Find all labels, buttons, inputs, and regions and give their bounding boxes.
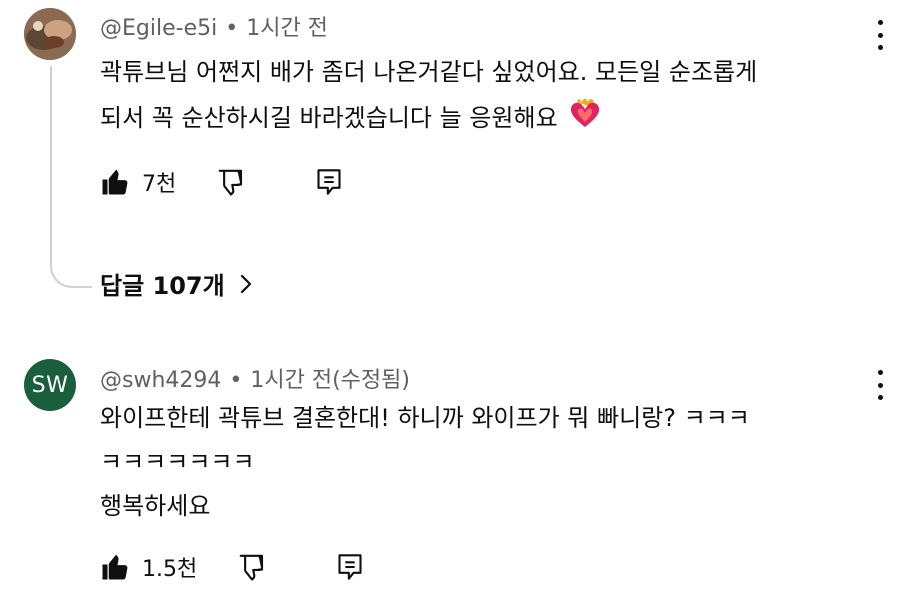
reply-button[interactable] bbox=[337, 553, 363, 581]
heart-on-fire-icon bbox=[568, 94, 602, 144]
comment-2: SW @swh4294 • 1시간 전(수정됨) 와이프한테 곽튜브 결혼한대! 하… bbox=[0, 340, 900, 603]
comment-line: ㅋㅋㅋㅋㅋㅋㅋ bbox=[100, 448, 255, 476]
chevron-right-icon bbox=[240, 274, 251, 293]
like-button[interactable]: 7천 bbox=[100, 166, 176, 198]
separator-dot: • bbox=[225, 16, 239, 41]
author-name[interactable]: @swh4294 bbox=[100, 368, 221, 393]
like-button[interactable]: 1.5천 bbox=[100, 551, 197, 583]
comment-actions: 7천 bbox=[100, 162, 342, 202]
more-options-icon[interactable] bbox=[874, 20, 886, 50]
replies-count-label: 답글 107개 bbox=[100, 272, 225, 300]
comment-1: @Egile-e5i • 1시간 전 곽튜브님 어쩐지 배가 좀더 나온거같다 싶었… bbox=[0, 0, 900, 320]
dislike-button[interactable] bbox=[216, 167, 246, 197]
thumbs-down-icon bbox=[239, 554, 264, 581]
comment-line: 행복하세요 bbox=[100, 492, 211, 520]
comment-meta: @Egile-e5i • 1시간 전 bbox=[100, 10, 328, 42]
comment-line: 되서 꼭 순산하시길 바라겠습니다 늘 응원해요 bbox=[100, 104, 558, 132]
author-name[interactable]: @Egile-e5i bbox=[100, 16, 217, 41]
comment-text: 곽튜브님 어쩐지 배가 좀더 나온거같다 싶었어요. 모든일 순조롭게 되서 꼭… bbox=[100, 50, 880, 144]
thumbs-up-icon bbox=[102, 169, 128, 195]
comment-text: 와이프한테 곽튜브 결혼한대! 하니까 와이프가 뭐 빠니랑? ㅋㅋㅋ ㅋㅋㅋㅋ… bbox=[100, 396, 880, 528]
reply-comment-icon bbox=[317, 169, 341, 195]
like-count: 1.5천 bbox=[142, 557, 198, 582]
reply-button[interactable] bbox=[316, 168, 342, 196]
comment-actions: 1.5천 bbox=[100, 547, 363, 587]
comment-line: 곽튜브님 어쩐지 배가 좀더 나온거같다 싶었어요. 모든일 순조롭게 bbox=[100, 58, 758, 86]
comment-time: 1시간 전(수정됨) bbox=[250, 368, 410, 393]
separator-dot: • bbox=[229, 368, 243, 393]
comment-time: 1시간 전 bbox=[246, 16, 328, 41]
comment-line-with-emoji: 되서 꼭 순산하시길 바라겠습니다 늘 응원해요 bbox=[100, 94, 880, 144]
comment-line: 와이프한테 곽튜브 결혼한대! 하니까 와이프가 뭐 빠니랑? ㅋㅋㅋ bbox=[100, 404, 750, 432]
replies-toggle[interactable]: 답글 107개 bbox=[100, 266, 253, 301]
reply-comment-icon bbox=[338, 554, 362, 580]
dislike-button[interactable] bbox=[237, 552, 267, 582]
avatar[interactable]: SW bbox=[24, 359, 76, 411]
thread-line bbox=[50, 66, 92, 288]
thumbs-up-icon bbox=[102, 554, 128, 580]
like-count: 7천 bbox=[142, 172, 177, 197]
avatar[interactable] bbox=[24, 8, 76, 60]
thumbs-down-icon bbox=[218, 169, 243, 196]
comment-meta: @swh4294 • 1시간 전(수정됨) bbox=[100, 362, 410, 394]
food-photo-icon bbox=[24, 8, 76, 60]
